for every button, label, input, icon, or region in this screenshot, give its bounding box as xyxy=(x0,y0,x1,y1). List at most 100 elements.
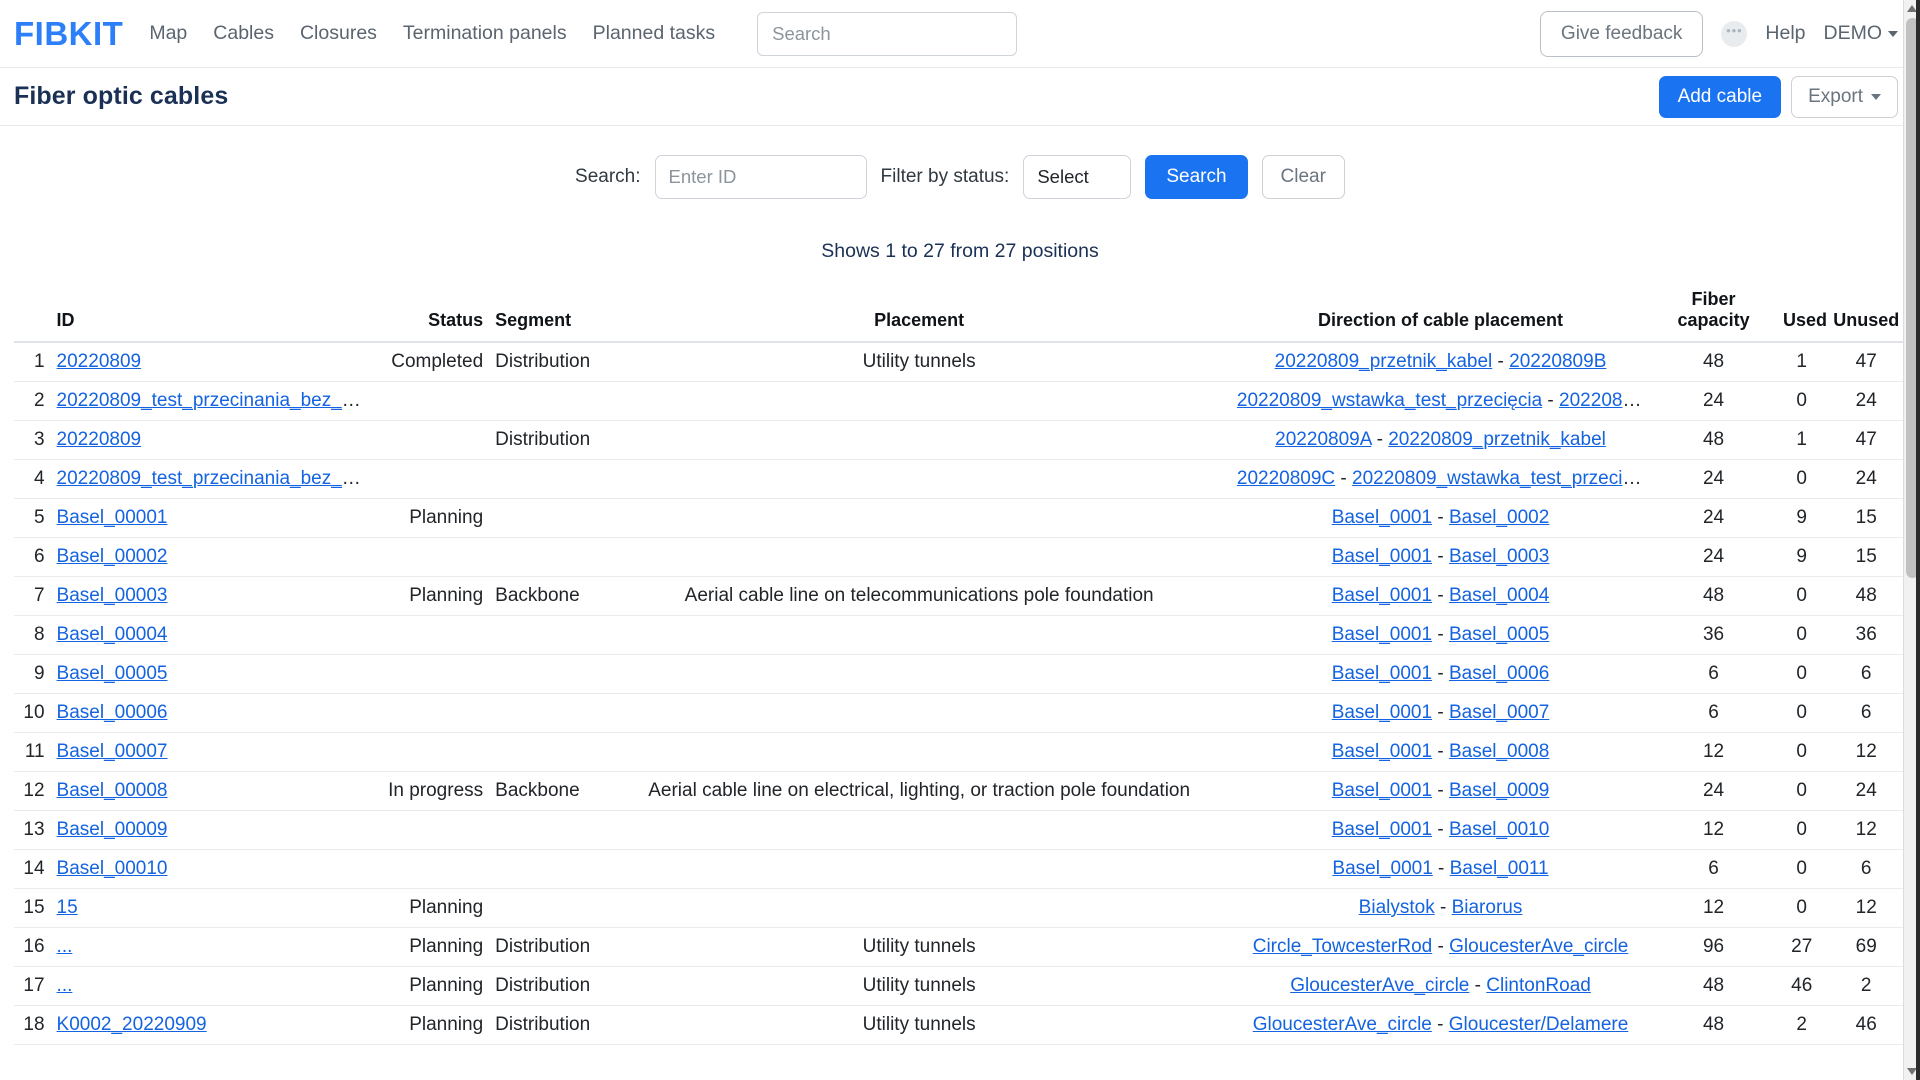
cable-id-link[interactable]: Basel_00002 xyxy=(57,546,168,567)
direction-start-link[interactable]: Circle_TowcesterRod xyxy=(1253,936,1433,957)
table-row[interactable]: 1 20220809 Completed Distribution Utility tu… xyxy=(14,342,1906,382)
cable-id-link[interactable]: Basel_00010 xyxy=(57,858,168,879)
table-row[interactable]: 12 Basel_00008 In progress Backbone Aerial c… xyxy=(14,771,1906,811)
clear-button[interactable]: Clear xyxy=(1261,155,1345,199)
avatar[interactable]: ••• xyxy=(1721,20,1748,47)
cable-id-link[interactable]: Basel_00008 xyxy=(57,780,168,801)
cable-id-link[interactable]: Basel_00001 xyxy=(57,507,168,528)
table-row[interactable]: 14 Basel_00010 Basel_0001 - Basel_0011 6 0 6 xyxy=(14,849,1906,889)
direction-start-link[interactable]: Basel_0001 xyxy=(1332,546,1432,567)
table-row[interactable]: 18 K0002_20220909 Planning Distribution Util… xyxy=(14,1005,1906,1045)
direction-start-link[interactable]: Basel_0001 xyxy=(1332,780,1432,801)
cable-id-link[interactable]: 20220809 xyxy=(57,429,142,450)
direction-end-link[interactable]: Basel_0005 xyxy=(1449,624,1549,645)
direction-start-link[interactable]: Basel_0001 xyxy=(1332,741,1432,762)
nav-item-map[interactable]: Map xyxy=(149,22,187,45)
cell-placement xyxy=(607,381,1231,421)
cell-num: 6 xyxy=(14,537,51,577)
cable-id-link[interactable]: Basel_00009 xyxy=(57,819,168,840)
cable-id-link[interactable]: ... xyxy=(57,936,73,957)
status-filter-select[interactable]: Select xyxy=(1023,155,1132,199)
direction-start-link[interactable]: Basel_0001 xyxy=(1332,702,1432,723)
add-cable-button[interactable]: Add cable xyxy=(1658,75,1782,118)
cell-placement xyxy=(607,849,1231,889)
direction-end-link[interactable]: Basel_0011 xyxy=(1450,858,1549,879)
cell-unused: 69 xyxy=(1826,927,1906,967)
table-row[interactable]: 9 Basel_00005 Basel_0001 - Basel_0006 6 0 6 xyxy=(14,654,1906,694)
search-id-input[interactable] xyxy=(654,155,867,199)
table-row[interactable]: 5 Basel_00001 Planning Basel_0001 - Basel_0… xyxy=(14,498,1906,538)
table-row[interactable]: 17... Planning Distribution Utility tunnels… xyxy=(14,966,1906,1006)
table-row[interactable]: 10 Basel_00006 Basel_0001 - Basel_0007 6 0 6 xyxy=(14,693,1906,733)
direction-end-link[interactable]: Basel_0002 xyxy=(1449,507,1549,528)
direction-start-link[interactable]: GloucesterAve_circle xyxy=(1290,975,1469,996)
cable-id-link[interactable]: Basel_00006 xyxy=(57,702,168,723)
direction-end-link[interactable]: 20220809_przetnik_kabel xyxy=(1388,429,1606,450)
direction-end-link[interactable]: Gloucester/Delamere xyxy=(1449,1014,1629,1035)
cable-id-link[interactable]: Basel_00003 xyxy=(57,585,168,606)
cable-id-link[interactable]: Basel_00005 xyxy=(57,663,168,684)
direction-start-link[interactable]: Basel_0001 xyxy=(1332,585,1432,606)
table-row[interactable]: 4 20220809_test_przecinania_bez_wnw 202208… xyxy=(14,459,1906,499)
direction-end-link[interactable]: Basel_0006 xyxy=(1449,663,1549,684)
direction-end-link[interactable]: Basel_0007 xyxy=(1449,702,1549,723)
direction-end-link[interactable]: Basel_0008 xyxy=(1449,741,1549,762)
table-row[interactable]: 7 Basel_00003 Planning Backbone Aerial cable… xyxy=(14,576,1906,616)
brand-logo[interactable]: FIBKIT xyxy=(14,17,123,50)
help-link[interactable]: Help xyxy=(1765,22,1805,45)
cable-id-link[interactable]: K0002_20220909 xyxy=(57,1014,207,1035)
cable-id-link[interactable]: 15 xyxy=(57,897,78,918)
global-search-input[interactable]: Search xyxy=(757,11,1018,56)
direction-end-link[interactable]: GloucesterAve_circle xyxy=(1449,936,1628,957)
nav-item-termination-panels[interactable]: Termination panels xyxy=(403,22,567,45)
direction-end-link[interactable]: Basel_0009 xyxy=(1449,780,1549,801)
nav-item-closures[interactable]: Closures xyxy=(300,22,377,45)
direction-end-link[interactable]: 20220809D xyxy=(1559,390,1650,411)
cable-id-link[interactable]: 20220809_test_przecinania_bez_wnw xyxy=(57,468,374,489)
cell-unused: 47 xyxy=(1826,342,1906,382)
column-header-unused: Unused xyxy=(1826,285,1906,343)
table-row[interactable]: 3 20220809 Distribution 20220809A - 2022080… xyxy=(14,420,1906,460)
direction-start-link[interactable]: Basel_0001 xyxy=(1332,858,1432,879)
cell-capacity: 24 xyxy=(1650,537,1777,577)
table-row[interactable]: 2 20220809_test_przecinania_bez_wnw 202208… xyxy=(14,381,1906,421)
give-feedback-button[interactable]: Give feedback xyxy=(1539,10,1704,57)
table-row[interactable]: 13 Basel_00009 Basel_0001 - Basel_0010 12 0 1… xyxy=(14,810,1906,850)
nav-item-planned-tasks[interactable]: Planned tasks xyxy=(593,22,716,45)
account-menu[interactable]: DEMO xyxy=(1824,22,1898,45)
direction-end-link[interactable]: Basel_0010 xyxy=(1449,819,1549,840)
direction-separator: - xyxy=(1335,468,1353,489)
direction-start-link[interactable]: Basel_0001 xyxy=(1332,507,1432,528)
direction-end-link[interactable]: Basel_0003 xyxy=(1449,546,1549,567)
table-row[interactable]: 11 Basel_00007 Basel_0001 - Basel_0008 12 0 1… xyxy=(14,732,1906,772)
table-row[interactable]: 8 Basel_00004 Basel_0001 - Basel_0005 36 0 36 xyxy=(14,615,1906,655)
search-field-label: Search: xyxy=(575,166,641,187)
direction-start-link[interactable]: Basel_0001 xyxy=(1332,819,1432,840)
table-row[interactable]: 16... Planning Distribution Utility tunnels… xyxy=(14,927,1906,967)
direction-start-link[interactable]: Basel_0001 xyxy=(1332,663,1432,684)
direction-start-link[interactable]: GloucesterAve_circle xyxy=(1253,1014,1432,1035)
direction-start-link[interactable]: 20220809A xyxy=(1275,429,1371,450)
direction-start-link[interactable]: 20220809C xyxy=(1237,468,1335,489)
direction-end-link[interactable]: 20220809_wstawka_test_przecięcia xyxy=(1352,468,1650,489)
direction-start-link[interactable]: 20220809_wstawka_test_przecięcia xyxy=(1237,390,1542,411)
nav-item-cables[interactable]: Cables xyxy=(213,22,274,45)
cable-id-link[interactable]: 20220809_test_przecinania_bez_wnw xyxy=(57,390,374,411)
cable-id-link[interactable]: 20220809 xyxy=(57,351,142,372)
direction-end-link[interactable]: Basel_0004 xyxy=(1449,585,1549,606)
search-button[interactable]: Search xyxy=(1145,155,1248,199)
table-row[interactable]: 15 15 Planning Bialystok - Biarorus 12 0 12 xyxy=(14,888,1906,928)
direction-end-link[interactable]: ClintonRoad xyxy=(1486,975,1591,996)
direction-end-link[interactable]: 20220809B xyxy=(1509,351,1606,372)
export-button[interactable]: Export xyxy=(1791,75,1898,118)
direction-start-link[interactable]: 20220809_przetnik_kabel xyxy=(1275,351,1493,372)
direction-start-link[interactable]: Basel_0001 xyxy=(1332,624,1432,645)
cable-id-link[interactable]: Basel_00004 xyxy=(57,624,168,645)
cable-id-link[interactable]: ... xyxy=(57,975,73,996)
table-row[interactable]: 6 Basel_00002 Basel_0001 - Basel_0003 24 9 15 xyxy=(14,537,1906,577)
direction-separator: - xyxy=(1432,546,1449,567)
cell-direction: Basel_0001 - Basel_0003 xyxy=(1230,537,1651,577)
direction-start-link[interactable]: Bialystok xyxy=(1359,897,1435,918)
direction-end-link[interactable]: Biarorus xyxy=(1452,897,1523,918)
cable-id-link[interactable]: Basel_00007 xyxy=(57,741,168,762)
